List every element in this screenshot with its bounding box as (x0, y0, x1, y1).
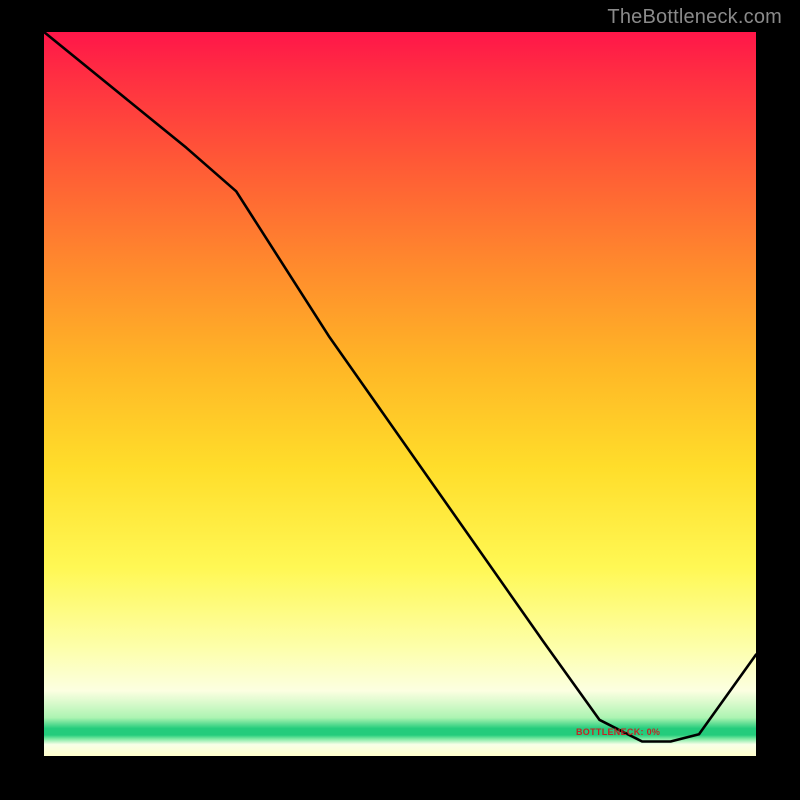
bottleneck-curve-line (44, 32, 756, 742)
line-overlay (44, 32, 756, 756)
plot-area: BOTTLENECK: 0% (44, 32, 756, 756)
chart-container: TheBottleneck.com BOTTLENECK: 0% (0, 0, 800, 800)
watermark-text: TheBottleneck.com (607, 6, 782, 29)
bottleneck-zero-label: BOTTLENECK: 0% (576, 727, 660, 737)
